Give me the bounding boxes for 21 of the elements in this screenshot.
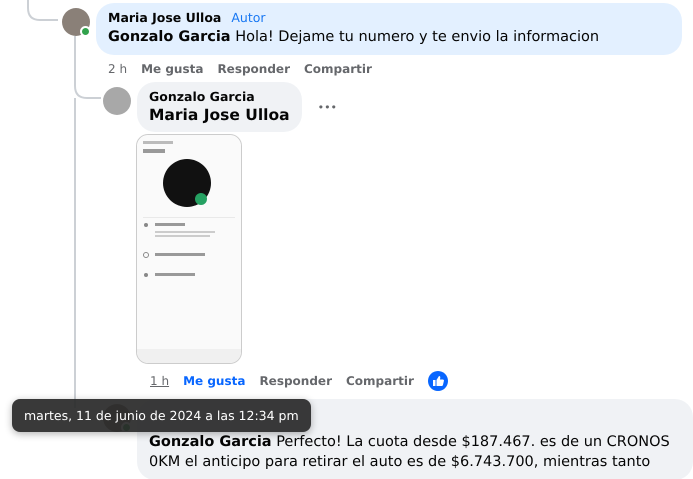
timestamp-link[interactable]: 2 h — [108, 62, 128, 76]
reply-button[interactable]: Responder — [259, 374, 332, 388]
share-button[interactable]: Compartir — [304, 62, 372, 76]
mention-link[interactable]: Maria Jose Ulloa — [149, 106, 290, 124]
author-label: Autor — [231, 10, 266, 25]
like-button[interactable]: Me gusta — [183, 374, 246, 388]
avatar[interactable] — [103, 87, 131, 115]
comment-text: Gonzalo Garcia Hola! Dejame tu numero y te envio la informacion — [108, 28, 600, 47]
share-button[interactable]: Compartir — [346, 374, 414, 388]
phone-screenshot-drawing[interactable] — [136, 134, 242, 364]
reply-button[interactable]: Responder — [217, 62, 290, 76]
like-button[interactable]: Me gusta — [141, 62, 204, 76]
timestamp-link[interactable]: 1 h — [150, 374, 170, 388]
online-status-dot — [80, 26, 91, 37]
author-name[interactable]: Maria Jose Ulloa — [108, 10, 222, 25]
avatar[interactable] — [62, 8, 90, 36]
author-name[interactable]: Gonzalo Garcia — [149, 89, 255, 104]
thumbs-up-icon — [428, 371, 448, 391]
timestamp-tooltip: martes, 11 de junio de 2024 a las 12:34 pm — [12, 399, 311, 432]
comment-text: Gonzalo Garcia Perfecto! La cuota desde $187.467. es de un CRONOS 0KM el anticipo para retirar el auto es de $6.743.700, mientras tanto — [149, 433, 671, 472]
more-options-icon[interactable]: ••• — [318, 100, 338, 114]
